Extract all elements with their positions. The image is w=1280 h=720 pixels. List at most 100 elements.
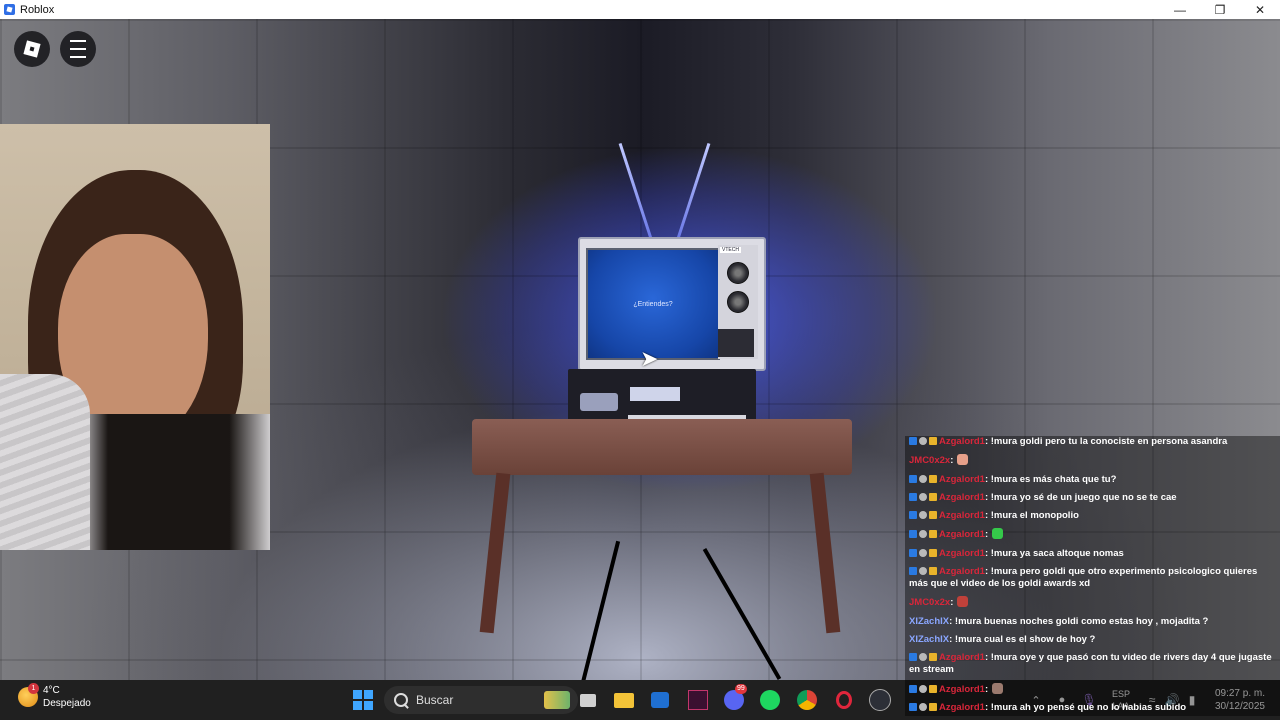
search-icon (394, 693, 408, 707)
verified-badge-icon (919, 702, 927, 711)
opera-gx-icon[interactable] (832, 688, 856, 712)
sub-badge-icon (929, 437, 937, 445)
search-highlight-icon (544, 691, 570, 709)
tv-brand-label: VTECH (720, 247, 741, 253)
chat-username: XIZachIX (909, 633, 950, 645)
file-explorer-icon[interactable] (612, 688, 636, 712)
chat-username: Azgalord1 (939, 566, 985, 578)
sub-badge-icon (929, 474, 937, 483)
chat-text: : (950, 597, 954, 609)
vcr-display (630, 387, 680, 401)
verified-badge-icon (919, 684, 927, 693)
sub-badge-icon (929, 530, 937, 539)
verified-badge-icon (919, 511, 927, 520)
chat-message: Azgalord1: !mura ya saca altoque nomas (909, 548, 1276, 560)
chat-text: : !mura goldi pero tu la conociste en pe… (984, 436, 1228, 447)
window-titlebar: Roblox — ❐ ✕ (0, 0, 1280, 19)
maximize-button[interactable]: ❐ (1200, 0, 1240, 19)
verified-badge-icon (919, 530, 927, 539)
chat-username: Azgalord1 (939, 701, 985, 713)
chat-message: Azgalord1: !mura goldi pero tu la conoci… (909, 436, 1276, 448)
platform-badge-icon (909, 437, 917, 445)
verified-badge-icon (919, 548, 927, 557)
chat-message: Azgalord1: !mura el monopolio (909, 510, 1276, 522)
tv-knob-top[interactable] (727, 262, 749, 284)
sub-badge-icon (929, 653, 937, 662)
weather-temperature: 4°C (43, 685, 60, 696)
chat-username: Azgalord1 (939, 491, 985, 503)
chat-message: Azgalord1: !mura ah yo pensé que no lo h… (909, 702, 1276, 714)
chat-message: XIZachIX: !mura cual es el show de hoy ? (909, 634, 1276, 646)
roblox-menu-button[interactable] (14, 31, 50, 67)
window-title: Roblox (20, 3, 55, 16)
chrome-icon[interactable] (795, 688, 819, 712)
sub-badge-icon (929, 548, 937, 557)
chat-text: : !mura ya saca altoque nomas (984, 547, 1124, 559)
sub-badge-icon (929, 702, 937, 711)
platform-badge-icon (909, 511, 917, 520)
chat-username: Azgalord1 (939, 652, 985, 664)
chat-username: Azgalord1 (939, 683, 985, 695)
spotify-icon[interactable] (758, 688, 782, 712)
chat-username: JMC0x2x (909, 597, 951, 609)
platform-badge-icon (909, 530, 917, 539)
chat-message: Azgalord1: (909, 528, 1276, 541)
roblox-logo-icon (23, 40, 41, 58)
windows-icon (353, 690, 373, 710)
tv-knob-bottom[interactable] (727, 291, 749, 313)
start-button[interactable] (351, 688, 375, 712)
chat-username: JMC0x2x (909, 455, 951, 467)
discord-icon[interactable]: 99 (722, 684, 747, 712)
vegas-icon[interactable] (686, 688, 710, 712)
hamburger-icon (70, 40, 86, 42)
chat-message: JMC0x2x: (909, 454, 1276, 467)
weather-widget[interactable]: 1 4°C Despejado (18, 683, 91, 710)
platform-badge-icon (909, 474, 917, 483)
chat-username: Azgalord1 (939, 529, 985, 541)
webcam-overlay (0, 124, 270, 550)
minimize-button[interactable]: — (1160, 0, 1200, 19)
verified-badge-icon (919, 567, 927, 576)
chat-emote-icon (957, 454, 969, 466)
taskbar-search[interactable]: Buscar (384, 686, 578, 714)
platform-badge-icon (909, 548, 917, 557)
close-button[interactable]: ✕ (1240, 0, 1280, 19)
chat-emote-icon (957, 596, 969, 608)
steam-icon[interactable] (868, 688, 892, 712)
tv-vent (718, 329, 754, 357)
chat-text: : !mura buenas noches goldi como estas h… (949, 615, 1209, 627)
chat-text: : !mura yo sé de un juego que no se te c… (984, 491, 1177, 503)
chat-text: : !mura es más chata que tu? (984, 473, 1117, 485)
verified-badge-icon (919, 653, 927, 662)
chat-message: Azgalord1: !mura pero goldi que otro exp… (909, 566, 1276, 590)
window-controls: — ❐ ✕ (1160, 0, 1280, 19)
sub-badge-icon (929, 492, 937, 501)
search-placeholder: Buscar (416, 693, 454, 707)
verified-badge-icon (919, 437, 927, 445)
webcam-arm (0, 374, 90, 550)
tv-screen[interactable]: ¿Entiendes? (586, 248, 720, 360)
roblox-app-icon (4, 4, 15, 15)
chat-message: Azgalord1: !mura oye y que pasó con tu v… (909, 652, 1276, 676)
chat-username: Azgalord1 (939, 510, 985, 522)
hamburger-menu-button[interactable] (60, 31, 96, 67)
tv-screen-text: ¿Entiendes? (633, 300, 673, 308)
chat-message: Azgalord1: !mura yo sé de un juego que n… (909, 492, 1276, 504)
chat-message: Azgalord1: (909, 682, 1276, 696)
chat-text: : (984, 529, 989, 541)
platform-badge-icon (909, 702, 917, 711)
platform-badge-icon (909, 567, 917, 576)
platform-badge-icon (909, 653, 917, 662)
chat-text: : !mura el monopolio (984, 510, 1079, 522)
weather-description: Despejado (43, 698, 91, 709)
platform-badge-icon (909, 684, 917, 693)
weather-moon-icon: 1 (18, 683, 39, 707)
chat-text: : (950, 455, 954, 467)
chat-message: XIZachIX: !mura buenas noches goldi como… (909, 616, 1276, 628)
verified-badge-icon (919, 474, 927, 483)
chat-username: Azgalord1 (939, 547, 985, 559)
task-view-icon[interactable] (576, 688, 600, 712)
mail-icon[interactable] (648, 688, 672, 712)
chat-username: Azgalord1 (939, 473, 985, 485)
table-top (472, 419, 852, 475)
